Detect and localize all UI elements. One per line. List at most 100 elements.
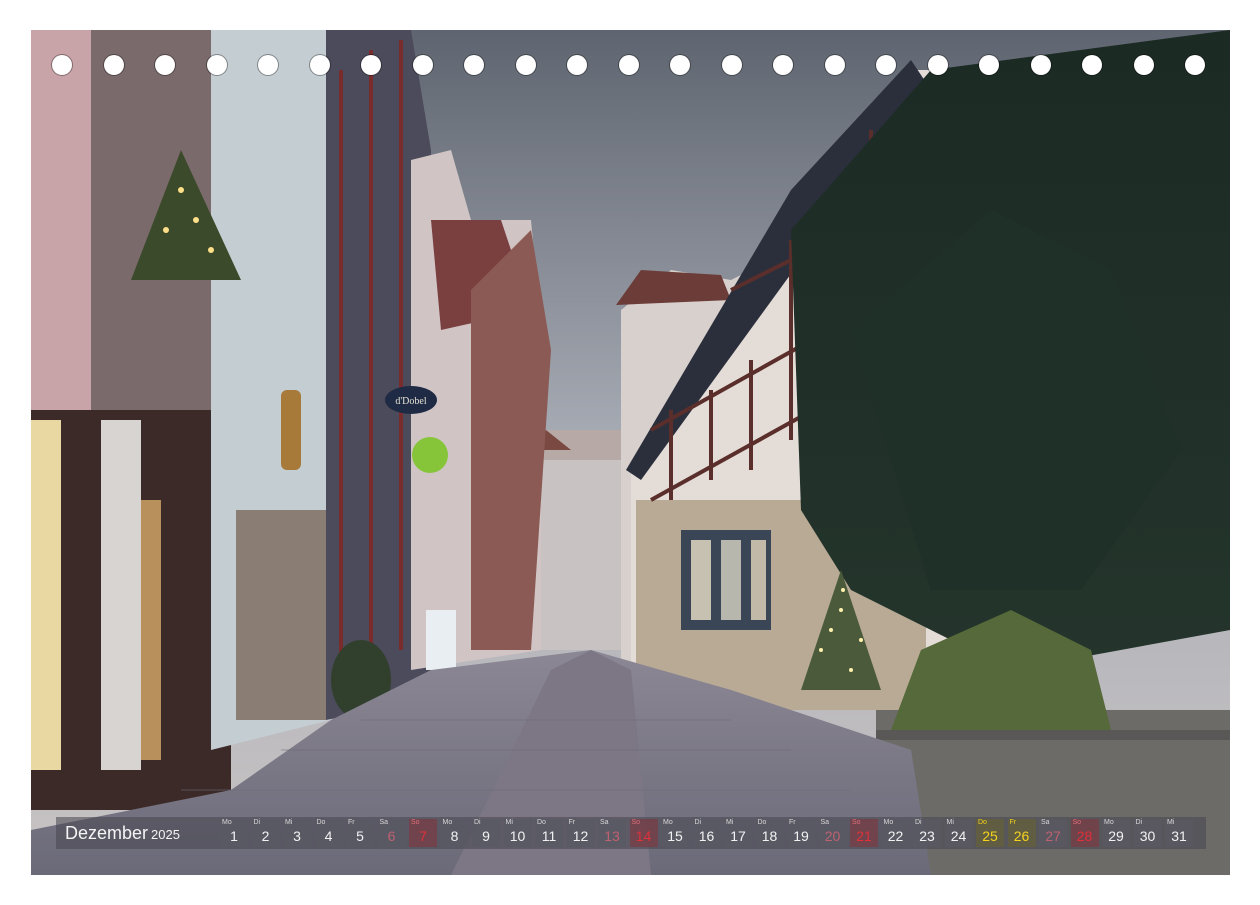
day-number: 3 bbox=[293, 828, 301, 844]
weekday-label: Sa bbox=[1041, 819, 1050, 826]
binding-hole bbox=[824, 55, 845, 75]
weekday-label: So bbox=[411, 819, 420, 826]
binding-hole bbox=[258, 55, 278, 75]
day-number: 28 bbox=[1076, 828, 1093, 844]
day-number: 5 bbox=[356, 828, 364, 844]
day-number: 31 bbox=[1171, 828, 1187, 844]
day-cell: Fr 19 bbox=[787, 819, 815, 847]
binding-hole bbox=[721, 55, 742, 75]
day-cell: So 21 bbox=[850, 819, 878, 847]
day-number: 18 bbox=[761, 828, 778, 844]
day-cell: Mi 24 bbox=[944, 819, 973, 847]
day-number: 27 bbox=[1045, 828, 1061, 844]
weekday-label: Mi bbox=[505, 819, 513, 826]
day-cell: Do 11 bbox=[535, 819, 563, 847]
day-number: 12 bbox=[572, 828, 589, 844]
weekday-label: So bbox=[631, 819, 641, 826]
weekday-label: Di bbox=[253, 819, 261, 826]
street-photo: d'Dobel bbox=[31, 30, 1230, 875]
weekday-label: Mo bbox=[883, 819, 894, 826]
day-number: 9 bbox=[482, 828, 490, 844]
weekday-label: Di bbox=[474, 819, 481, 826]
day-number: 22 bbox=[887, 828, 904, 844]
day-number: 7 bbox=[419, 828, 427, 844]
calendar-strip: Dezember 2025 Mo 1 Di 2 Mi 3 Do 4 Fr 5 Sa 6 So 7 Mo 8 Di 9… bbox=[56, 817, 1206, 849]
day-cell: Sa 13 bbox=[598, 819, 626, 847]
day-cell: Mi 3 bbox=[283, 819, 311, 847]
binding-hole bbox=[412, 55, 433, 75]
day-cell: Mi 10 bbox=[503, 819, 532, 847]
day-number: 13 bbox=[604, 828, 620, 844]
weekday-label: Do bbox=[757, 819, 767, 826]
weekday-label: Mi bbox=[1167, 819, 1175, 826]
month-label: Dezember 2025 bbox=[65, 822, 180, 846]
weekday-label: Sa bbox=[820, 819, 830, 826]
shop-sign: d'Dobel bbox=[395, 396, 426, 407]
day-number: 23 bbox=[919, 828, 935, 844]
day-cell: Sa 6 bbox=[377, 819, 406, 847]
binding-hole bbox=[155, 55, 175, 75]
day-cell: Fr 26 bbox=[1007, 819, 1036, 847]
weekday-label: Di bbox=[694, 819, 702, 826]
binding-hole bbox=[515, 55, 536, 75]
day-number: 2 bbox=[261, 828, 270, 844]
binding-hole bbox=[1133, 55, 1154, 75]
weekday-label: Mo bbox=[222, 819, 232, 826]
day-cell: Di 16 bbox=[692, 819, 721, 847]
binding-hole bbox=[927, 55, 948, 75]
day-number: 17 bbox=[730, 828, 746, 844]
day-cell: Sa 20 bbox=[818, 819, 847, 847]
day-number: 19 bbox=[793, 828, 809, 844]
day-cell: Fr 12 bbox=[566, 819, 595, 847]
day-cell: Fr 5 bbox=[346, 819, 374, 847]
weekday-label: Do bbox=[978, 819, 987, 826]
day-number: 4 bbox=[324, 828, 333, 844]
month-name: Dezember bbox=[65, 823, 149, 843]
weekday-label: Mi bbox=[946, 819, 954, 826]
day-cell: Mo 8 bbox=[440, 819, 469, 847]
weekday-label: Do bbox=[537, 819, 546, 826]
binding-hole bbox=[1185, 55, 1205, 75]
day-cell: Mi 17 bbox=[724, 819, 752, 847]
day-cell: So 28 bbox=[1070, 819, 1099, 847]
binding-hole bbox=[464, 55, 484, 75]
day-cell: Sa 27 bbox=[1039, 819, 1067, 847]
day-number: 10 bbox=[509, 828, 526, 844]
weekday-label: Fr bbox=[568, 819, 576, 826]
binding-hole bbox=[1030, 55, 1051, 75]
weekday-label: Mi bbox=[285, 819, 293, 826]
day-number: 24 bbox=[950, 828, 967, 844]
weekday-label: Mo bbox=[442, 819, 453, 826]
day-cell: Mo 15 bbox=[661, 819, 689, 847]
day-cell: Do 4 bbox=[314, 819, 343, 847]
day-number: 21 bbox=[856, 828, 872, 844]
day-cell: Do 18 bbox=[755, 819, 784, 847]
binding-hole bbox=[979, 55, 999, 75]
day-cell: Do 25 bbox=[976, 819, 1004, 847]
binding-hole bbox=[52, 55, 72, 75]
day-number: 11 bbox=[541, 828, 557, 844]
weekday-label: Sa bbox=[600, 819, 609, 826]
weekday-label: Sa bbox=[379, 819, 389, 826]
day-number: 8 bbox=[450, 828, 459, 844]
day-cell: Mo 29 bbox=[1102, 819, 1130, 847]
weekday-label: Fr bbox=[348, 819, 355, 826]
day-cell: So 7 bbox=[409, 819, 437, 847]
binding-hole bbox=[773, 55, 793, 75]
day-number: 6 bbox=[387, 828, 396, 844]
weekday-label: Mo bbox=[1104, 819, 1114, 826]
day-number: 20 bbox=[824, 828, 841, 844]
day-cell: Di 2 bbox=[251, 819, 280, 847]
weekday-label: Mi bbox=[726, 819, 734, 826]
day-number: 16 bbox=[698, 828, 715, 844]
day-cell: Di 23 bbox=[913, 819, 941, 847]
day-cell: Di 30 bbox=[1133, 819, 1162, 847]
binding-hole bbox=[103, 55, 124, 75]
day-number: 29 bbox=[1108, 828, 1124, 844]
weekday-label: Mo bbox=[663, 819, 673, 826]
weekday-label: Di bbox=[1135, 819, 1143, 826]
day-number: 30 bbox=[1139, 828, 1156, 844]
binding-hole bbox=[618, 55, 639, 75]
day-cell: So 14 bbox=[629, 819, 658, 847]
calendar-page: d'Dobel Dezember 2025 Mo 1 Di 2 Mi 3 Do … bbox=[0, 0, 1260, 905]
